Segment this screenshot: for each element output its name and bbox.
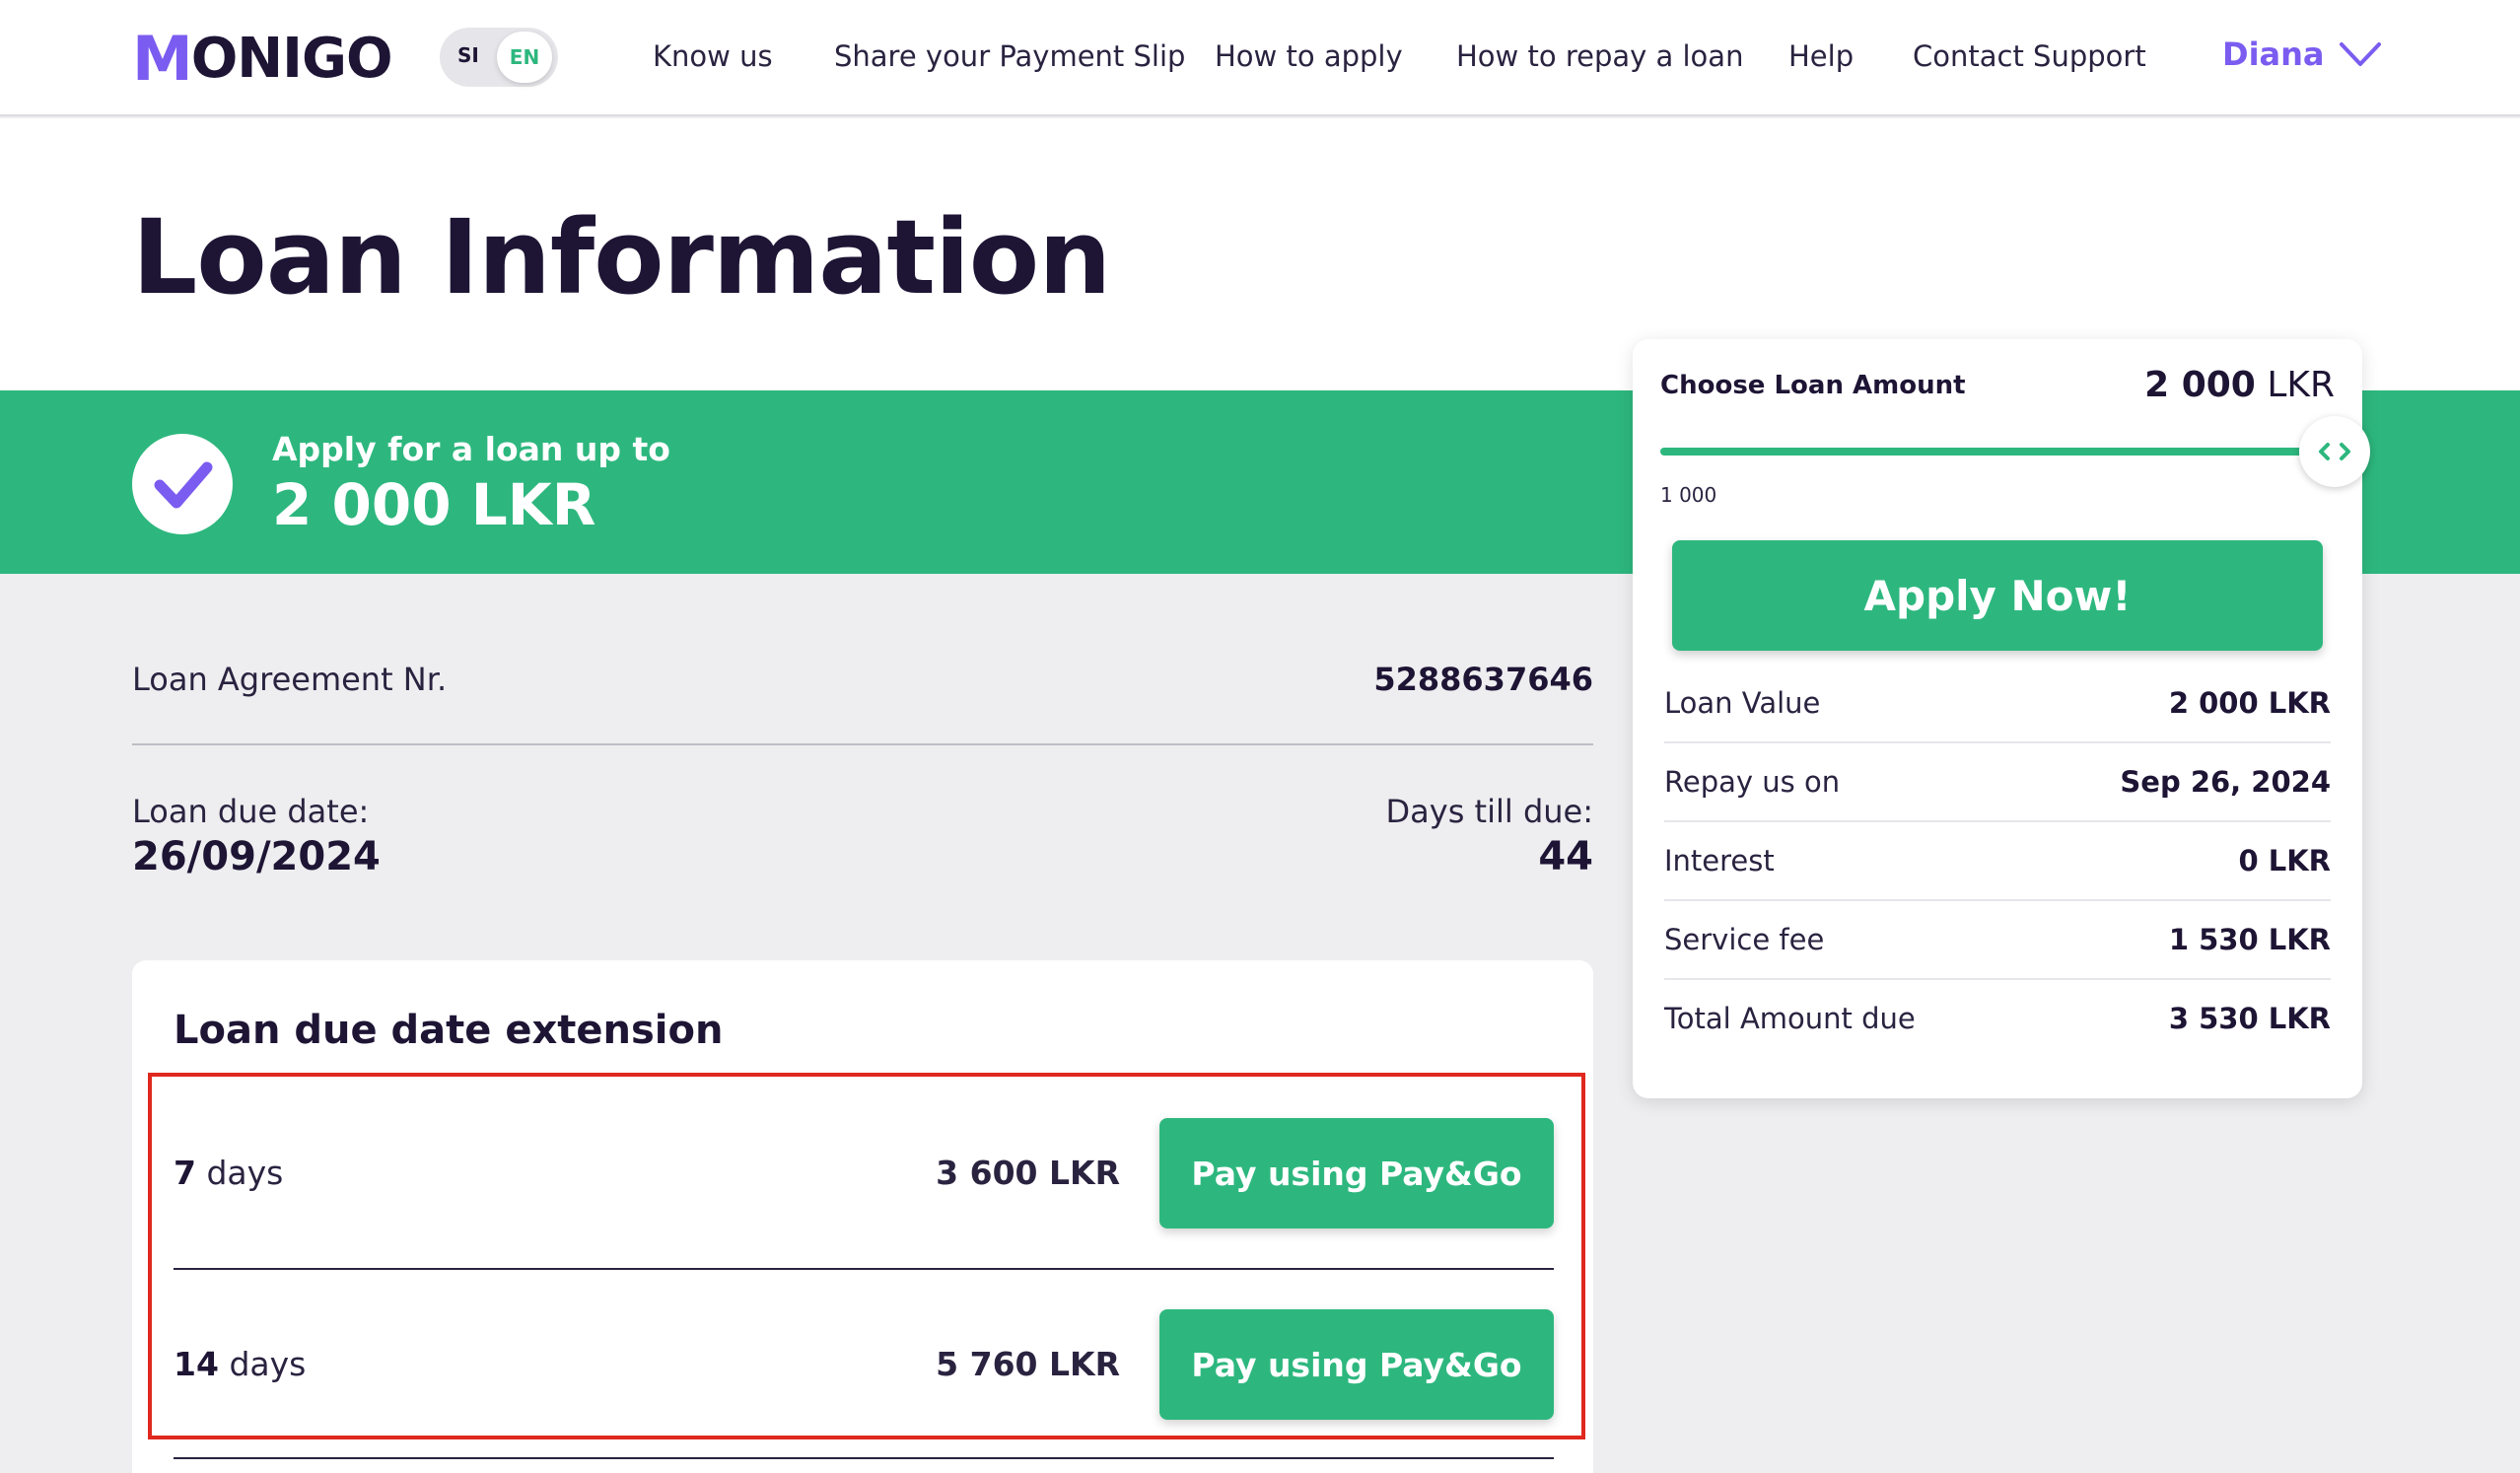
divider [174,1268,1554,1270]
chevron-left-icon [2319,443,2330,460]
pay-using-payandgo-button[interactable]: Pay using Pay&Go [1159,1309,1554,1420]
chevron-down-icon [2339,42,2381,66]
extension-option-price: 5 760 LKR [936,1345,1120,1383]
lang-si-option[interactable]: SI [457,43,479,67]
divider [1664,741,2331,743]
due-date-value: 26/09/2024 [132,834,381,879]
divider [1664,820,2331,822]
nav-how-to-repay[interactable]: How to repay a loan [1456,39,1743,73]
loan-amount-slider-track[interactable] [1660,448,2331,456]
banner-subtitle: Apply for a loan up to [272,430,670,468]
summary-value: 1 530 LKR [2168,923,2331,956]
monigo-logo[interactable]: M ONIGO [132,23,393,95]
summary-value: 2 000 LKR [2168,686,2331,720]
nav-know-us[interactable]: Know us [653,39,773,73]
summary-label: Service fee [1664,923,1825,956]
nav-share-payment-slip[interactable]: Share your Payment Slip [834,39,1185,73]
agreement-number: 5288637646 [1373,661,1593,698]
user-menu[interactable]: Diana [2222,35,2382,73]
user-name: Diana [2222,35,2325,73]
logo-wordmark: ONIGO [190,26,393,91]
loan-amount-slider-handle[interactable] [2299,416,2370,487]
language-toggle[interactable]: SI EN [440,28,558,87]
divider [132,743,1593,745]
nav-how-to-apply[interactable]: How to apply [1215,39,1403,73]
agreement-label: Loan Agreement Nr. [132,661,448,698]
due-date-label: Loan due date: [132,793,370,830]
lang-en-option[interactable]: EN [497,32,552,83]
banner-amount: 2 000 LKR [272,471,596,538]
summary-label: Interest [1664,844,1775,877]
summary-label: Repay us on [1664,765,1841,799]
summary-label: Loan Value [1664,686,1821,720]
top-navbar: M ONIGO SI EN Know us Share your Payment… [0,0,2520,116]
apply-now-button[interactable]: Apply Now! [1672,540,2323,651]
nav-contact-support[interactable]: Contact Support [1913,39,2146,73]
nav-help[interactable]: Help [1788,39,1854,73]
days-till-due-label: Days till due: [1385,793,1593,830]
divider [1664,899,2331,901]
check-circle-icon [132,434,233,534]
summary-value: 0 LKR [2238,844,2331,877]
page-title: Loan Information [132,197,1111,317]
extension-title: Loan due date extension [174,1008,724,1053]
summary-value: Sep 26, 2024 [2120,765,2331,799]
logo-m-letter: M [132,22,193,95]
summary-label: Total Amount due [1664,1002,1916,1035]
divider [174,1457,1554,1459]
pay-using-payandgo-button[interactable]: Pay using Pay&Go [1159,1118,1554,1228]
extension-option-price: 3 600 LKR [936,1154,1120,1192]
days-till-due-value: 44 [1538,834,1593,879]
extension-option-days: 7 days [174,1154,284,1192]
extension-option-days: 14 days [174,1345,307,1383]
slider-min-label: 1 000 [1660,483,1717,507]
chosen-loan-amount: 2 000 LKR [2144,365,2335,405]
choose-loan-amount-label: Choose Loan Amount [1660,371,1966,400]
chevron-right-icon [2340,443,2350,460]
divider [1664,978,2331,980]
summary-value: 3 530 LKR [2168,1002,2331,1035]
